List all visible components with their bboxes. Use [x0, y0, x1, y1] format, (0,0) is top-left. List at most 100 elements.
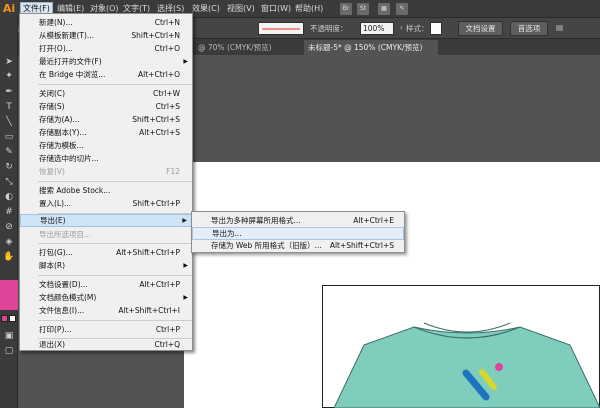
menu-item-save-slices[interactable]: 存储选中的切片...: [20, 152, 192, 165]
menu-item-export[interactable]: 导出(E) ▶: [20, 214, 192, 227]
hand-tool-icon[interactable]: ✋: [3, 251, 15, 263]
menu-item-label: 文档设置(D)...: [39, 280, 88, 289]
menu-separator: [38, 181, 192, 182]
menu-item-shortcut: Shift+Ctrl+N: [131, 31, 180, 40]
menu-item-label: 恢复(V): [39, 167, 65, 176]
menu-item-shortcut: Shift+Ctrl+S: [132, 115, 180, 124]
menu-help[interactable]: 帮助(H): [293, 3, 325, 15]
menu-item-new-from-template[interactable]: 从模板新建(T)... Shift+Ctrl+N: [20, 29, 192, 42]
scale-tool-icon[interactable]: ⤡: [3, 176, 15, 188]
line-tool-icon[interactable]: ╲: [3, 116, 15, 128]
menu-item-browse-bridge[interactable]: 在 Bridge 中浏览... Alt+Ctrl+O: [20, 68, 192, 81]
submenu-arrow-icon: ▶: [183, 262, 188, 269]
menu-item-label: 打包(G)...: [39, 248, 73, 257]
export-submenu: 导出为多种屏幕所用格式... Alt+Ctrl+E 导出为... 存储为 Web …: [191, 211, 405, 253]
menu-item-print[interactable]: 打印(P)... Ctrl+P: [20, 323, 192, 336]
menu-view[interactable]: 视图(V): [225, 3, 257, 15]
menu-item-search-stock[interactable]: 搜索 Adobe Stock...: [20, 184, 192, 197]
tshirt-artwork[interactable]: [334, 305, 600, 408]
menu-item-package[interactable]: 打包(G)... Alt+Shift+Ctrl+P: [20, 246, 192, 259]
menu-item-file-info[interactable]: 文件信息(I)... Alt+Shift+Ctrl+I: [20, 304, 192, 317]
fill-swatch-small[interactable]: [1, 315, 8, 322]
style-swatch[interactable]: [430, 22, 442, 35]
menu-item-label: 存储选中的切片...: [39, 154, 99, 163]
menu-item-document-color-mode[interactable]: 文档颜色模式(M) ▶: [20, 291, 192, 304]
stroke-swatch-small[interactable]: [9, 315, 16, 322]
submenu-item-export-screens[interactable]: 导出为多种屏幕所用格式... Alt+Ctrl+E: [192, 214, 404, 227]
brush-icon[interactable]: ✎: [396, 3, 408, 15]
menu-item-new[interactable]: 新建(N)... Ctrl+N: [20, 16, 192, 29]
tab-document-1[interactable]: @ 70% (CMYK/预览): [194, 40, 302, 55]
menu-item-place[interactable]: 置入(L)... Shift+Ctrl+P: [20, 197, 192, 210]
preferences-button[interactable]: 首选项: [510, 21, 548, 36]
menu-item-shortcut: Alt+Shift+Ctrl+I: [118, 306, 180, 315]
bridge-icon[interactable]: Br: [340, 3, 352, 15]
logo-pink-dot: [495, 363, 503, 371]
fill-color-swatch[interactable]: [0, 280, 18, 310]
menu-item-shortcut: Ctrl+S: [155, 102, 180, 111]
screen-mode-icon[interactable]: ▢: [3, 345, 15, 357]
menu-item-open-recent[interactable]: 最近打开的文件(F) ▶: [20, 55, 192, 68]
menu-item-shortcut: Alt+Shift+Ctrl+P: [116, 248, 180, 257]
menu-separator: [38, 320, 192, 321]
submenu-arrow-icon: ▶: [183, 294, 188, 301]
submenu-item-label: 导出为...: [212, 229, 242, 238]
tshirt-body: [334, 326, 600, 408]
app-logo: Ai: [0, 0, 18, 18]
pen-tool-icon[interactable]: ✒: [3, 86, 15, 98]
menu-window[interactable]: 窗口(W): [259, 3, 293, 15]
tools-panel: ➤ ✦ ✒ T ╲ ▭ ✎ ↻ ⤡ ◐ # ⊘ ◈ ✋ ▣ ▢: [0, 18, 18, 408]
menu-item-label: 退出(X): [39, 340, 65, 349]
chevron-right-icon[interactable]: ›: [400, 23, 403, 32]
menu-item-label: 从模板新建(T)...: [39, 31, 95, 40]
arrange-icon[interactable]: ▤: [556, 23, 563, 32]
opacity-field[interactable]: 100%: [360, 22, 394, 35]
draw-mode-icon[interactable]: ▣: [3, 330, 15, 342]
menu-item-shortcut: Alt+Ctrl+S: [139, 128, 180, 137]
menu-item-close[interactable]: 关闭(C) Ctrl+W: [20, 87, 192, 100]
menu-item-shortcut: Ctrl+N: [154, 18, 180, 27]
submenu-item-label: 导出为多种屏幕所用格式...: [211, 216, 301, 225]
grid-icon[interactable]: ▦: [378, 3, 390, 15]
menu-item-shortcut: Ctrl+Q: [154, 340, 180, 349]
blend-tool-icon[interactable]: ◈: [3, 236, 15, 248]
menu-item-shortcut: Ctrl+P: [155, 325, 180, 334]
brush-preview[interactable]: [258, 22, 304, 35]
submenu-item-shortcut: Alt+Ctrl+E: [353, 216, 394, 225]
rectangle-tool-icon[interactable]: ▭: [3, 131, 15, 143]
stock-icon[interactable]: St: [357, 3, 369, 15]
menu-separator: [38, 84, 192, 85]
menu-item-shortcut: Alt+Ctrl+P: [139, 280, 180, 289]
menu-item-label: 新建(N)...: [39, 18, 73, 27]
submenu-item-label: 存储为 Web 所用格式（旧版）...: [211, 241, 322, 250]
shape-builder-icon[interactable]: ◐: [3, 191, 15, 203]
document-settings-button[interactable]: 文档设置: [458, 21, 503, 36]
menu-item-save-template[interactable]: 存储为模板...: [20, 139, 192, 152]
opacity-label: 不透明度：: [310, 24, 348, 33]
menu-item-exit[interactable]: 退出(X) Ctrl+Q: [20, 338, 192, 351]
menu-item-save-as[interactable]: 存储为(A)... Shift+Ctrl+S: [20, 113, 192, 126]
type-tool-icon[interactable]: T: [3, 101, 15, 113]
submenu-item-save-for-web[interactable]: 存储为 Web 所用格式（旧版）... Alt+Shift+Ctrl+S: [192, 239, 404, 252]
tab-document-active[interactable]: 未标题-5* @ 150% (CMYK/预览): [304, 40, 438, 55]
rotate-tool-icon[interactable]: ↻: [3, 161, 15, 173]
menu-item-label: 关闭(C): [39, 89, 66, 98]
paintbrush-tool-icon[interactable]: ✎: [3, 146, 15, 158]
menu-item-scripts[interactable]: 脚本(R) ▶: [20, 259, 192, 272]
submenu-arrow-icon: ▶: [183, 58, 188, 65]
menu-item-open[interactable]: 打开(O)... Ctrl+O: [20, 42, 192, 55]
eyedropper-icon[interactable]: ⊘: [3, 221, 15, 233]
menu-item-document-setup[interactable]: 文档设置(D)... Alt+Ctrl+P: [20, 278, 192, 291]
direct-selection-icon[interactable]: ✦: [3, 70, 15, 82]
menu-item-label: 存储为(A)...: [39, 115, 80, 124]
menu-item-shortcut: F12: [166, 167, 180, 176]
selection-tool-icon[interactable]: ➤: [3, 56, 15, 68]
menu-item-export-selection: 导出所选项目...: [20, 228, 192, 241]
menu-item-save-copy[interactable]: 存储副本(Y)... Alt+Ctrl+S: [20, 126, 192, 139]
menu-item-revert: 恢复(V) F12: [20, 165, 192, 178]
menu-item-label: 存储为模板...: [39, 141, 84, 150]
style-label: 样式：: [406, 24, 429, 33]
mesh-tool-icon[interactable]: #: [3, 206, 15, 218]
menu-effect[interactable]: 效果(C): [190, 3, 222, 15]
menu-item-save[interactable]: 存储(S) Ctrl+S: [20, 100, 192, 113]
